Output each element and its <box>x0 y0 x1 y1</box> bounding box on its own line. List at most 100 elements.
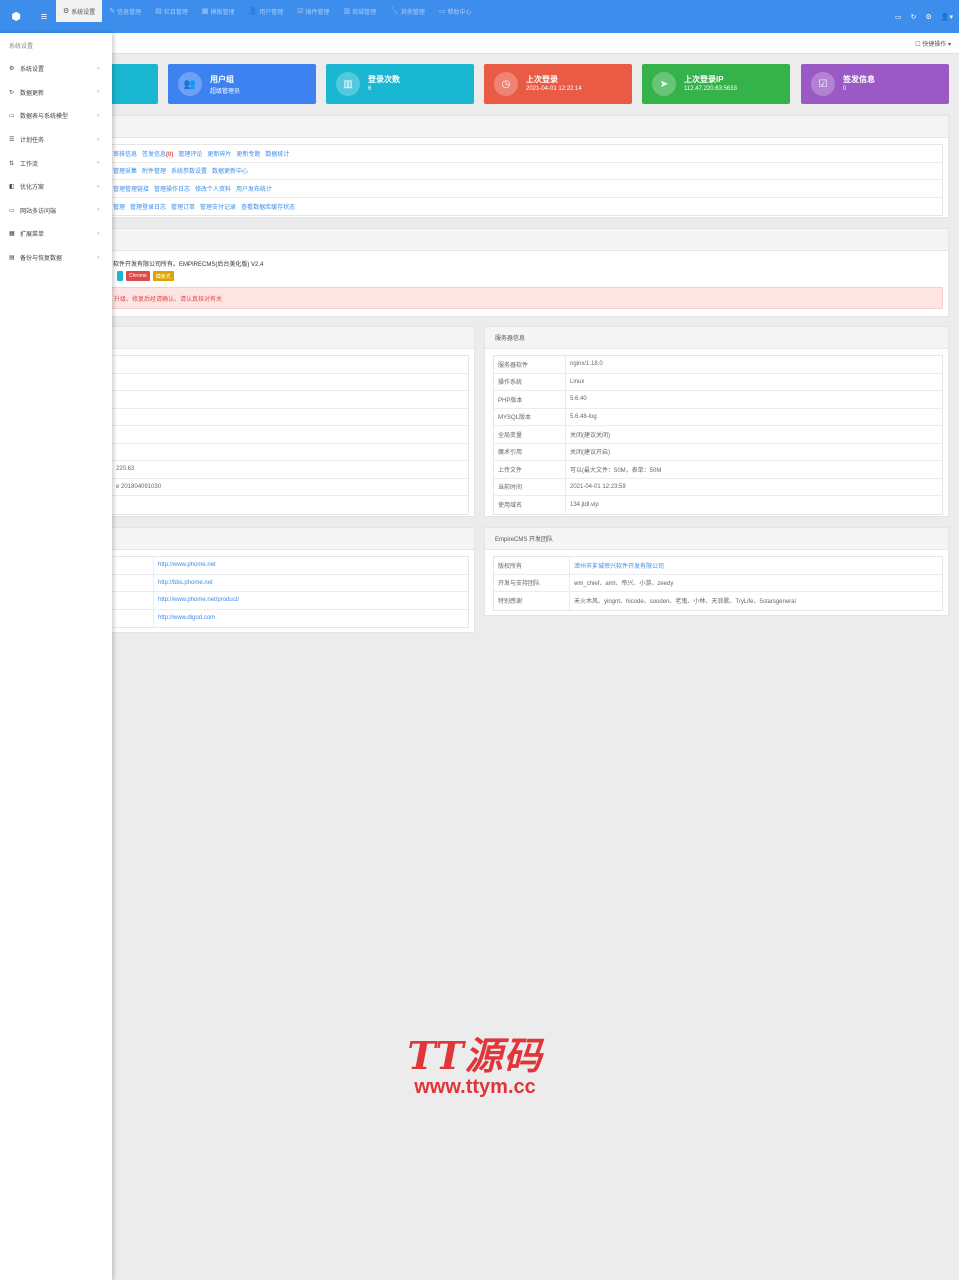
badge-chrome: Chrome <box>126 271 150 281</box>
table-row: MYSQL版本 5.6.48-log <box>494 408 942 426</box>
table-row <box>112 496 468 514</box>
table-row: 魔术引用 关闭(建议开启) <box>494 443 942 461</box>
refresh-icon: ↻ <box>9 89 15 96</box>
tab-system-settings[interactable]: ⚙ 系统设置 <box>56 0 103 22</box>
chevron-right-icon: » <box>96 136 100 143</box>
system-copyright: 软件开发有限公司所有。EMPIRECMS(后台美化版) V2.4 <box>113 262 264 268</box>
dev-team-table: 版权所有 漳州市芗城帝兴软件开发有限公司 开发与支持团队 wm_chief、amt、… <box>493 556 943 611</box>
version-panel: 220.63 e 201804091030 <box>100 326 475 517</box>
location-arrow-icon: ➤ <box>652 72 676 96</box>
sidebar-item-data-update[interactable]: ↻ 数据更新» <box>0 81 112 105</box>
top-right-tools: ▭ ↻ ⚙ 👤▾ <box>895 0 953 33</box>
tab-info-manage[interactable]: ✎ 信息管理 <box>102 0 148 22</box>
table-row: 当前时间 2021-04-01 12:23:59 <box>494 478 942 496</box>
table-row: 全局变量 关闭(建议关闭) <box>494 426 942 444</box>
top-bar: ⬢ ≡ ⚙ 系统设置 ✎ 信息管理 ▤ 栏目管理 ▦ 模板管理 👤 用户管理 ☑ 插件管理 … <box>0 0 959 33</box>
table-row: http://www.phome.net <box>112 557 468 575</box>
tab-help-center[interactable]: ▭ 帮助中心 <box>432 0 479 22</box>
sidebar-item-backup-restore[interactable]: ▤ 备份与恢复数据» <box>0 246 112 270</box>
table-row <box>112 356 468 374</box>
edit-icon: ✎ <box>109 8 116 15</box>
chevron-right-icon: » <box>96 254 100 261</box>
refresh-icon[interactable]: ↻ <box>911 13 917 21</box>
tab-plugin-manage[interactable]: ☑ 插件管理 <box>290 0 336 22</box>
table-row: 特别感谢 禾火木风、yingnt、hicode、sooden、老鬼、小林、天浪歌、… <box>494 592 942 610</box>
panel-header: 服务器信息 <box>485 327 948 349</box>
panel-header <box>101 116 948 138</box>
table-row: 版权所有 漳州市芗城帝兴软件开发有限公司 <box>494 557 942 575</box>
sidebar-item-system-settings[interactable]: ⚙ 系统设置» <box>0 57 112 81</box>
stat-card-user-group: 👥 用户组 超级管理员 <box>168 64 316 104</box>
top-nav: ⚙ 系统设置 ✎ 信息管理 ▤ 栏目管理 ▦ 模板管理 👤 用户管理 ☑ 插件管理 ▥ 商城管… <box>56 0 479 22</box>
shortcut-links: 审核信息 签发信息(0) 管理评论 更新碎片 更新专题 数据统计 管理采集 附件… <box>111 144 943 216</box>
sidebar: 系统设置 ⚙ 系统设置» ↻ 数据更新» ▭ 数据表与系统模型» ☰ 计划任务» ⇅ 工作… <box>0 33 112 1280</box>
badge-mode: 模板式 <box>152 271 174 281</box>
sidebar-item-scheduled-tasks[interactable]: ☰ 计划任务» <box>0 128 112 152</box>
official-links-panel: http://www.phome.net http://bbs.phome.ne… <box>100 527 475 633</box>
tab-column-manage[interactable]: ▤ 栏目管理 <box>148 0 195 22</box>
stat-card-last-ip: ➤ 上次登录IP 112.47.220.63:5633 <box>642 64 790 104</box>
tab-template-manage[interactable]: ▦ 模板管理 <box>195 0 242 22</box>
book-icon: ◧ <box>9 184 15 191</box>
sort-icon: ⇅ <box>9 160 15 167</box>
shortcuts-panel: 审核信息 签发信息(0) 管理评论 更新碎片 更新专题 数据统计 管理采集 附件… <box>100 115 949 218</box>
stat-card-signed-info: ☑ 签发信息 0 <box>801 64 949 104</box>
desktop-icon[interactable]: ▭ <box>895 13 902 21</box>
panel-header <box>101 327 474 349</box>
chevron-right-icon: » <box>96 183 100 190</box>
badge <box>117 271 123 281</box>
sidebar-item-data-tables[interactable]: ▭ 数据表与系统模型» <box>0 104 112 128</box>
table-row <box>112 444 468 461</box>
chevron-right-icon: » <box>96 112 100 119</box>
table-row <box>112 391 468 409</box>
watermark: TT源码 www.ttym.cc <box>407 1033 543 1099</box>
table-row <box>112 409 468 426</box>
laptop-icon: ▭ <box>9 207 15 214</box>
chevron-right-icon: » <box>96 89 100 96</box>
shortcut-row: 管理 管理登录日志 管理订单 管理支付记录 查看数据库缓存状态 <box>113 204 296 211</box>
table-row: http://www.phome.net/product/ <box>112 592 468 610</box>
user-icon: 👤 <box>248 8 258 15</box>
official-info-panel: 软件开发有限公司所有。EMPIRECMS(后台美化版) V2.4 Chrome … <box>100 228 949 317</box>
table-row: http://www.digod.com <box>112 609 468 627</box>
sidebar-item-optimization[interactable]: ◧ 优化方案» <box>0 175 112 199</box>
dev-team-panel: EmpireCMS 开发团队 版权所有 漳州市芗城帝兴软件开发有限公司 开发与支持… <box>484 527 949 616</box>
window-icon: ▭ <box>9 113 15 120</box>
shortcut-row: 管理管理链接 管理操作日志 修改个人资料 用户发布统计 <box>111 180 942 198</box>
shortcut-row: 审核信息 签发信息(0) 管理评论 更新碎片 更新专题 数据统计 <box>111 145 942 163</box>
tab-shop-manage[interactable]: ▥ 商城管理 <box>337 0 384 22</box>
table-row: 使用域名 134.jtdl.vip <box>494 496 942 514</box>
gear-icon: ⚙ <box>63 8 70 15</box>
sidebar-item-workflow[interactable]: ⇅ 工作流» <box>0 151 112 175</box>
quick-actions-dropdown[interactable]: ☐ 快捷操作 ▾ <box>915 33 951 54</box>
links-table: http://www.phome.net http://bbs.phome.ne… <box>111 556 469 628</box>
sidebar-item-multi-access[interactable]: ▭ 网站多访问端» <box>0 199 112 223</box>
shortcut-row: 管理采集 附件管理 系统参数设置 数据更新中心 <box>111 163 942 180</box>
table-row: 开发与支持团队 wm_chief、amt、帝兴、小游、zeedy <box>494 574 942 592</box>
cube-logo-icon[interactable]: ⬢ <box>0 0 32 33</box>
gear-icon: ⚙ <box>9 66 15 73</box>
grid-icon: ▦ <box>9 231 15 238</box>
sidebar-item-extend-menu[interactable]: ▦ 扩展菜单» <box>0 222 112 246</box>
shop-icon: ▥ <box>343 8 351 15</box>
chevron-right-icon: » <box>96 65 100 72</box>
check-square-icon: ☑ <box>297 8 304 15</box>
gear-icon[interactable]: ⚙ <box>925 13 931 21</box>
tab-other-manage[interactable]: 🔧 其他管理 <box>383 0 432 22</box>
grid-icon: ▦ <box>201 8 209 15</box>
tab-user-manage[interactable]: 👤 用户管理 <box>241 0 290 22</box>
menu-toggle-icon[interactable]: ≡ <box>32 0 56 33</box>
chevron-right-icon: » <box>96 230 100 237</box>
clock-icon: ◷ <box>494 72 518 96</box>
table-row: e 201804091030 <box>112 479 468 496</box>
sidebar-title: 系统设置 <box>9 43 34 50</box>
sub-header: ☐ 快捷操作 ▾ <box>112 33 959 54</box>
server-info-panel: 服务器信息 服务器软件 nginx/1.18.0 操作系统 Linux PHP版本 5… <box>484 326 949 517</box>
warning-alert: 升级、修复后经请确认、请认真核对有关 <box>111 287 943 309</box>
user-dropdown-icon[interactable]: 👤▾ <box>941 13 953 21</box>
list-icon: ▤ <box>155 8 162 15</box>
table-row: 上传文件 可以(最大文件：50M，表单：50M <box>494 461 942 479</box>
database-icon: ▤ <box>9 255 15 262</box>
table-row: http://bbs.phome.net <box>112 574 468 592</box>
stat-card-last-login: ◷ 上次登录 2021-04-01 12:22:14 <box>484 64 632 104</box>
